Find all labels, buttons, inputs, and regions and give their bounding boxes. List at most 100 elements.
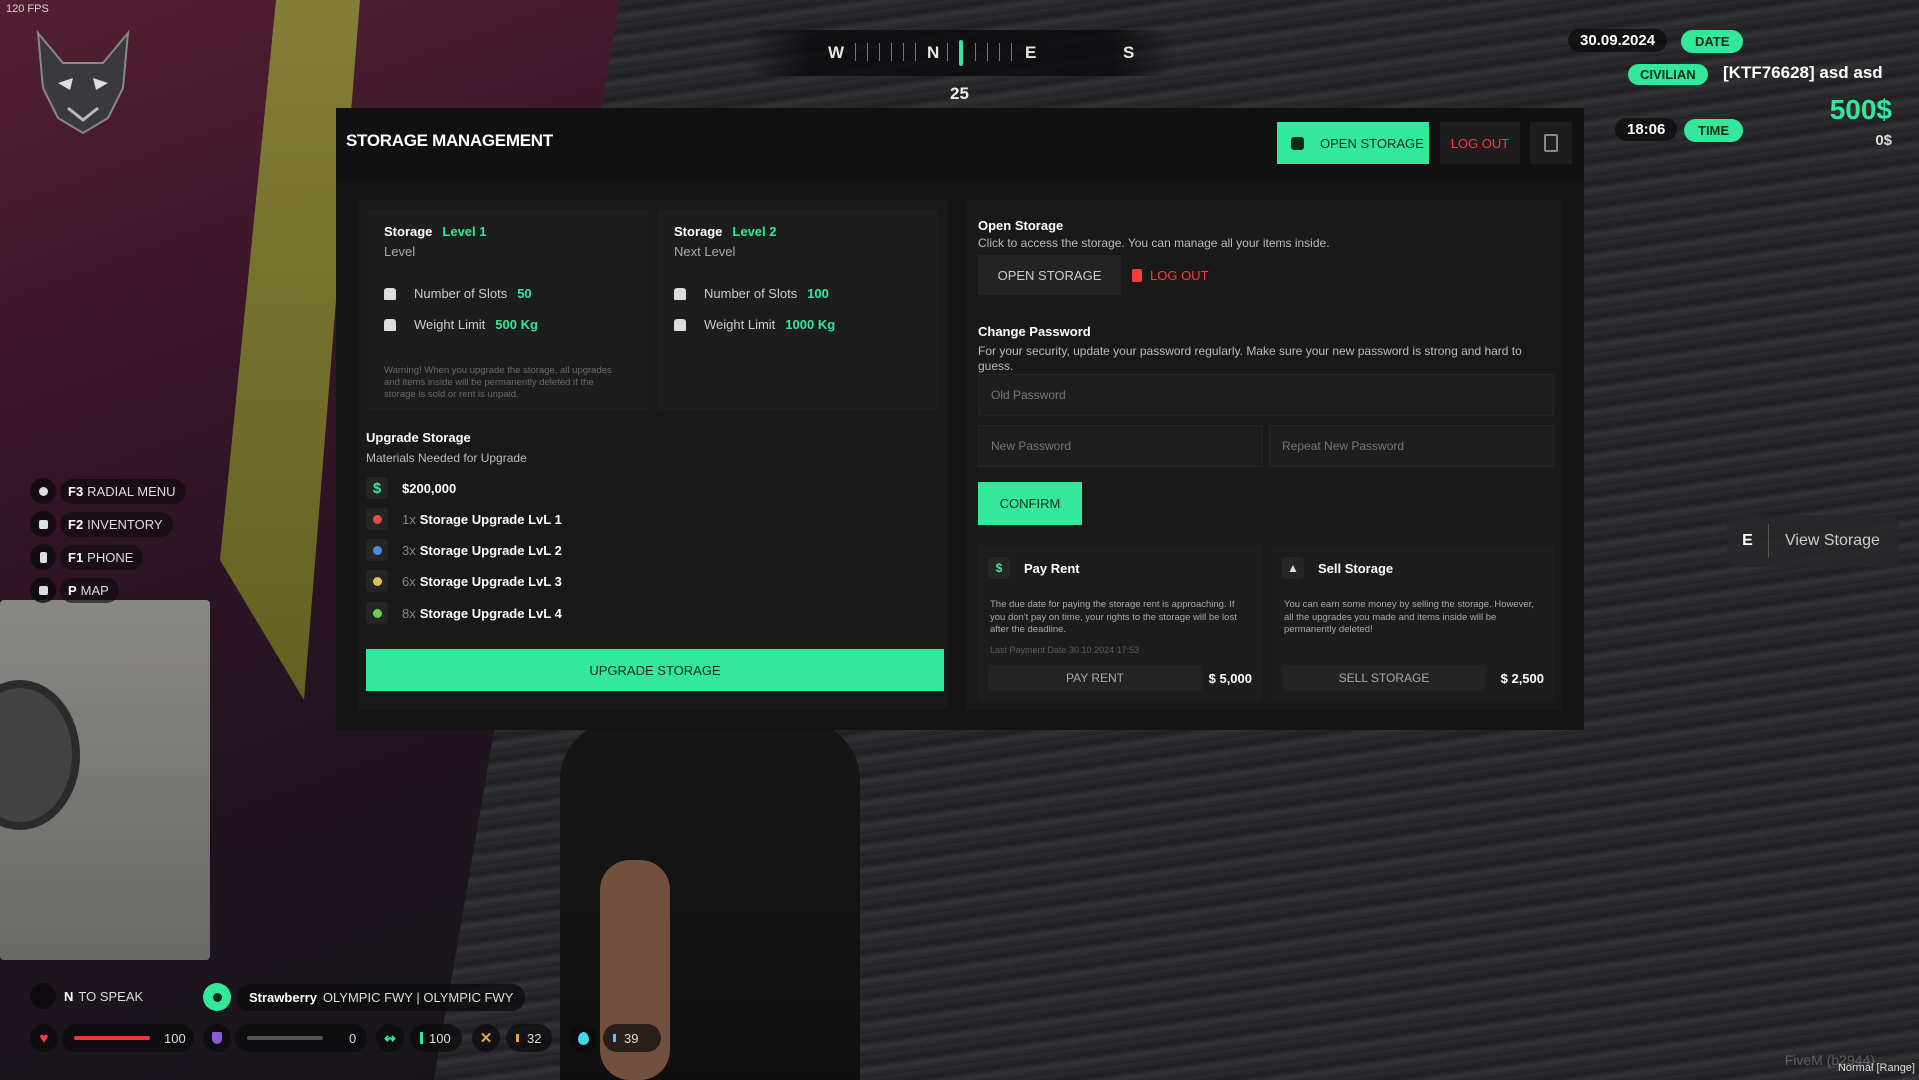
running-icon: ↭ [376, 1024, 404, 1052]
pay-rent-header: $ Pay Rent [988, 557, 1080, 579]
sell-storage-desc: You can earn some money by selling the s… [1284, 599, 1534, 635]
menu-inventory[interactable]: F2 INVENTORY [30, 511, 173, 537]
next-level-value: Level 2 [732, 224, 777, 239]
next-weight: Weight Limit 1000 Kg [674, 317, 835, 332]
exit-door-button[interactable] [1530, 122, 1572, 164]
slots-icon [384, 287, 396, 300]
shield-icon [203, 1024, 231, 1052]
bank-amount: 0$ [1875, 132, 1892, 149]
upgrade-item-icon [366, 602, 388, 624]
slots-value: 100 [807, 286, 829, 301]
location-text: Strawberry OLYMPIC FWY | OLYMPIC FWY [237, 983, 526, 1011]
sell-storage-title: Sell Storage [1318, 560, 1394, 576]
compass-tick [903, 43, 904, 61]
weight-value: 500 Kg [495, 317, 538, 332]
weight-label: Weight Limit [414, 317, 486, 332]
compass-tick [879, 43, 880, 61]
hunger-value: 32 [527, 1030, 542, 1046]
change-password-title: Change Password [978, 324, 1091, 339]
sell-storage-button[interactable]: SELL STORAGE [1282, 665, 1486, 691]
time-value: 18:06 [1615, 118, 1678, 141]
player-name: [KTF76628] asd asd [1723, 63, 1883, 82]
confirm-password-button[interactable]: CONFIRM [978, 482, 1082, 525]
menu-phone[interactable]: F1 PHONE [30, 544, 144, 570]
sell-storage-card: ▲ Sell Storage You can earn some money b… [1272, 545, 1554, 700]
armor-bar: 0 [235, 1024, 367, 1052]
prompt-key: E [1727, 524, 1769, 558]
open-storage-title: Open Storage [978, 218, 1064, 233]
hunger-bar: 32 [506, 1024, 552, 1052]
date-badge: DATE [1681, 30, 1744, 53]
armor-track [247, 1036, 323, 1040]
upgrade-storage-button[interactable]: UPGRADE STORAGE [366, 649, 944, 691]
compass-tick [855, 43, 856, 61]
wolf-logo-icon [36, 29, 130, 135]
compass-tick [947, 43, 948, 61]
heart-icon: ♥ [30, 1024, 58, 1052]
voice-range: Normal [Range] [1837, 1062, 1915, 1074]
next-level-card: Storage Level 2 Next Level Number of Slot… [658, 210, 938, 410]
current-level-card: Storage Level 1 Level Number of Slots 50 … [368, 210, 648, 410]
open-storage-button[interactable]: OPEN STORAGE [1277, 122, 1429, 164]
rent-price: $ 5,000 [1208, 671, 1252, 686]
material-count: 6x [402, 573, 416, 589]
open-storage-secondary-button[interactable]: OPEN STORAGE [978, 255, 1121, 295]
old-password-input[interactable] [978, 374, 1554, 416]
current-level-sub: Level [384, 244, 416, 259]
weight-icon [384, 318, 396, 331]
menu-radial[interactable]: F3 RADIAL MENU [30, 478, 186, 504]
compass-south: S [1123, 43, 1135, 62]
material-name: Storage Upgrade LvL 1 [419, 511, 562, 527]
weight-icon [674, 318, 686, 331]
hunger-indicator [516, 1034, 519, 1042]
current-slots: Number of Slots 50 [384, 286, 532, 301]
slots-label: Number of Slots [414, 286, 508, 301]
thirst-value: 39 [624, 1030, 639, 1046]
upgrade-title: Upgrade Storage [366, 430, 471, 445]
thirst-bar: 39 [603, 1024, 661, 1052]
compass-tick [1011, 43, 1012, 61]
storage-management-panel: STORAGE MANAGEMENT OPEN STORAGE LOG OUT … [336, 108, 1584, 730]
view-storage-prompt[interactable]: E View Storage [1727, 515, 1899, 567]
date-value: 30.09.2024 [1568, 29, 1668, 52]
stamina-value: 100 [429, 1030, 451, 1046]
upgrade-subtitle: Materials Needed for Upgrade [366, 451, 527, 465]
menu-map[interactable]: P MAP [30, 577, 119, 603]
compass-needle [959, 40, 963, 66]
material-item: 8x Storage Upgrade LvL 4 [366, 602, 562, 624]
upgrade-item-icon [366, 539, 388, 561]
menu-label: P MAP [60, 577, 119, 603]
panel-header: STORAGE MANAGEMENT OPEN STORAGE LOG OUT [336, 108, 1584, 182]
inventory-icon [30, 511, 56, 537]
compass-heading: 25 [950, 84, 969, 103]
road-name: OLYMPIC FWY | OLYMPIC FWY [322, 989, 514, 1005]
pay-rent-title: Pay Rent [1024, 560, 1080, 576]
location-pin-icon [203, 983, 231, 1011]
armor-value: 0 [349, 1030, 357, 1046]
compass-north: N [927, 43, 940, 62]
material-count: 1x [402, 511, 416, 527]
slots-label: Number of Slots [704, 286, 798, 301]
food-icon: ✕ [472, 1024, 500, 1052]
cash-amount: 500$ [1829, 94, 1892, 125]
health-track [74, 1036, 150, 1040]
repeat-password-input[interactable] [1269, 425, 1554, 467]
upgrade-warning: Warning! When you upgrade the storage, a… [384, 365, 612, 400]
upgrade-item-icon [366, 508, 388, 530]
speak-key: N [64, 988, 74, 1004]
current-level-heading: Storage Level 1 [384, 224, 632, 239]
new-password-input[interactable] [978, 425, 1263, 467]
menu-label: F2 INVENTORY [60, 511, 173, 537]
last-payment-date: Last Payment Date 30.10.2024 17:53 [990, 645, 1140, 655]
next-level-heading: Storage Level 2 [674, 224, 922, 239]
compass-tick [999, 43, 1000, 61]
time-badge: TIME [1684, 119, 1744, 142]
phone-icon [30, 544, 56, 570]
pay-rent-button[interactable]: PAY RENT [988, 665, 1202, 691]
material-item: 1x Storage Upgrade LvL 1 [366, 508, 562, 530]
compass-east: E [1025, 43, 1037, 62]
weight-value: 1000 Kg [785, 317, 836, 332]
logout-secondary-button[interactable]: LOG OUT [1132, 255, 1232, 295]
logout-button[interactable]: LOG OUT [1440, 122, 1520, 164]
menu-label: F1 PHONE [60, 544, 144, 570]
